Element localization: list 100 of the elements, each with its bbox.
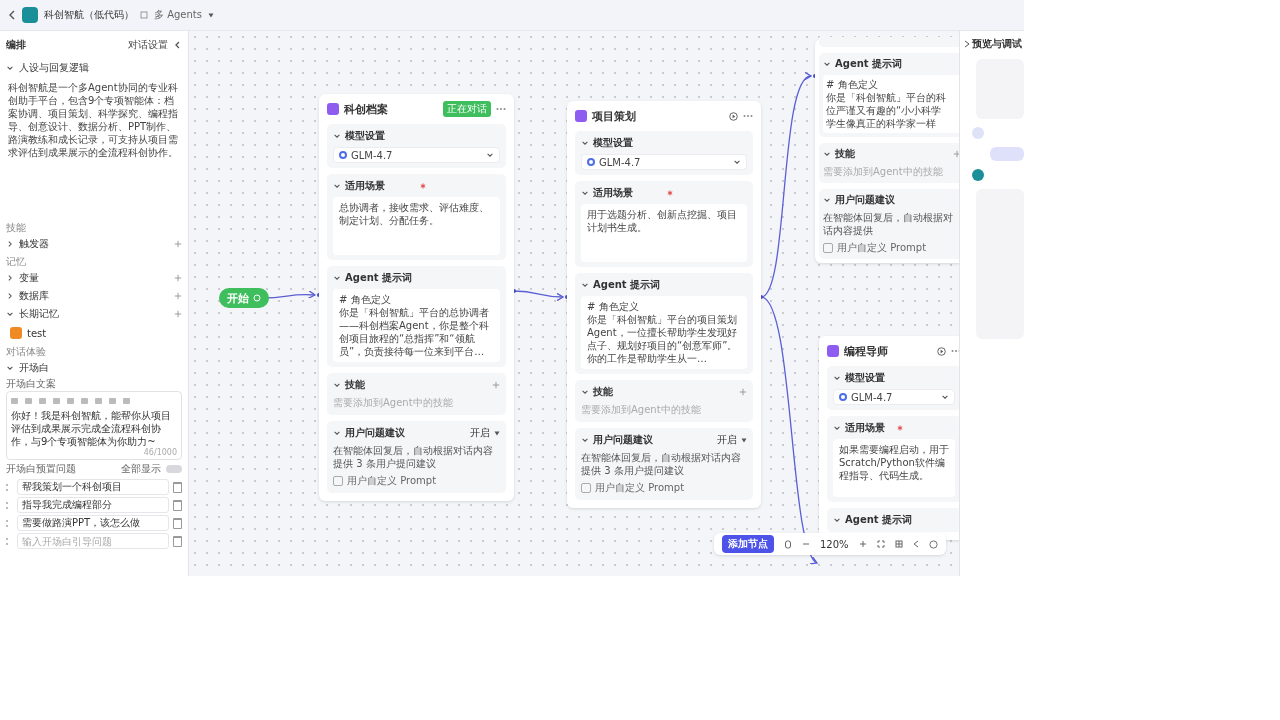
chevron-icon[interactable]: [6, 274, 14, 282]
prompt-text[interactable]: # 角色定义 你是「科创智航」平台的项目策划Agent，一位擅长帮助学生发现好点子、规划好项目的“创意军师”。你的工作是帮助学生从一…: [581, 296, 747, 369]
chevron-icon[interactable]: [581, 436, 589, 444]
chevron-icon[interactable]: [6, 364, 14, 372]
section-title: 模型设置: [593, 136, 634, 150]
chevron-icon[interactable]: [581, 388, 589, 396]
chevron-icon[interactable]: [833, 516, 841, 524]
checkbox-label: 用户自定义 Prompt: [837, 241, 927, 255]
zoom-level: 120%: [820, 538, 849, 550]
app-title: 科创智航（低代码）: [44, 8, 134, 22]
group-label: 技能: [6, 221, 27, 235]
scene-text[interactable]: 用于选题分析、创新点挖掘、项目计划书生成。: [581, 204, 747, 262]
chevron-icon[interactable]: [6, 310, 14, 318]
expand-icon[interactable]: [964, 40, 970, 48]
question-field[interactable]: 输入开场白引导问题: [17, 533, 169, 549]
chevron-icon[interactable]: [6, 64, 14, 72]
memory-name[interactable]: test: [27, 327, 47, 339]
section-title[interactable]: 触发器: [19, 237, 169, 251]
grid-icon[interactable]: [894, 540, 903, 548]
checkbox[interactable]: [823, 243, 833, 253]
back-icon[interactable]: [8, 10, 16, 20]
delete-icon[interactable]: [173, 517, 182, 529]
caret-icon[interactable]: [208, 12, 214, 18]
prompt-text[interactable]: # 角色定义 你是「科创智航」平台的总协调者——科创档案Agent，你是整个科创项目旅程的“总指挥”和“领航员”，负责接待每一位来到平台…: [333, 289, 500, 362]
chevron-icon[interactable]: [833, 424, 841, 432]
delete-icon[interactable]: [173, 499, 182, 511]
agent-icon: [827, 345, 839, 357]
section-title: 技能: [593, 385, 614, 399]
more-icon[interactable]: [743, 114, 753, 118]
model-select[interactable]: GLM-4.7: [833, 389, 955, 405]
delete-icon[interactable]: [173, 481, 182, 493]
chevron-icon[interactable]: [6, 292, 14, 300]
suggest-dropdown[interactable]: 开启: [717, 433, 737, 447]
chevron-icon[interactable]: [581, 139, 589, 147]
toggle-switch[interactable]: [166, 465, 182, 473]
chevron-icon[interactable]: [581, 189, 589, 197]
section-title: 适用场景: [845, 421, 886, 435]
chevron-icon[interactable]: [333, 132, 341, 140]
suggest-dropdown[interactable]: 开启: [470, 426, 490, 440]
add-node-button[interactable]: 添加节点: [722, 535, 774, 553]
collapse-icon[interactable]: [174, 41, 182, 49]
caret-icon[interactable]: [741, 437, 747, 443]
agent-node[interactable]: Agent 提示词 # 角色定义 你是「科创智航」平台的科 位严谨又有趣的“小小科学 学生像真正的科学家一样 技能 需要添加到Agent中的技能 用户问题建议 在智能体回复后，自动根据对话内容提供 用户自定义 Prompt: [815, 39, 959, 263]
chevron-left-icon[interactable]: [912, 540, 919, 548]
hand-icon[interactable]: [784, 539, 792, 549]
scene-text[interactable]: 如果需要编程启动，用于Scratch/Python软件编程指导、代码生成。: [833, 439, 955, 497]
chevron-icon[interactable]: [823, 150, 831, 158]
chevron-icon[interactable]: [823, 196, 831, 204]
chevron-icon[interactable]: [833, 374, 841, 382]
chevron-icon[interactable]: [6, 240, 14, 248]
chevron-icon[interactable]: [733, 158, 741, 166]
chevron-icon[interactable]: [823, 60, 831, 68]
question-field[interactable]: 需要做路演PPT，该怎么做: [17, 515, 169, 531]
section-title[interactable]: 开场白: [19, 361, 182, 375]
chevron-icon[interactable]: [333, 182, 341, 190]
question-field[interactable]: 指导我完成编程部分: [17, 497, 169, 513]
node-title: 项目策划: [592, 108, 637, 124]
section-title[interactable]: 数据库: [19, 289, 169, 303]
zoom-in-icon[interactable]: [858, 540, 867, 548]
suggest-description: 在智能体回复后，自动根据对话内容提供: [823, 211, 954, 237]
delete-icon[interactable]: [173, 535, 182, 547]
model-select[interactable]: GLM-4.7: [581, 154, 747, 170]
suggest-description: 在智能体回复后，自动根据对话内容提供 3 条用户提问建议: [333, 444, 494, 470]
more-icon[interactable]: [496, 107, 506, 111]
skills-placeholder: 需要添加到Agent中的技能: [581, 403, 702, 417]
chevron-icon[interactable]: [581, 281, 589, 289]
question-field[interactable]: 帮我策划一个科创项目: [17, 479, 169, 495]
chevron-icon[interactable]: [333, 429, 341, 437]
chevron-icon[interactable]: [333, 274, 341, 282]
toggle-label: 全部显示: [121, 462, 161, 476]
section-title[interactable]: 长期记忆: [19, 307, 169, 321]
help-icon[interactable]: [928, 539, 938, 549]
section-title: 模型设置: [345, 129, 386, 143]
agent-icon: [575, 110, 587, 122]
caret-icon[interactable]: [494, 430, 500, 436]
checkbox[interactable]: [333, 476, 343, 486]
agent-node[interactable]: 编程导师 模型设置 GLM-4.7 适用场景 如果需要编程启动，用于Scratch/Python软件编程指导、代码生成。 Agent 提示词: [819, 336, 959, 540]
scene-text[interactable]: 总协调者，接收需求、评估难度、制定计划、分配任务。: [333, 197, 500, 255]
section-title: Agent 提示词: [345, 271, 414, 285]
play-icon[interactable]: [729, 111, 738, 121]
fit-icon[interactable]: [876, 540, 885, 548]
section-title[interactable]: 变量: [19, 271, 169, 285]
more-icon[interactable]: [951, 349, 959, 353]
opening-editor[interactable]: 你好！我是科创智航，能帮你从项目评估到成果展示完成全流程科创协作，与9个专项智能体为你助力~ 46/1000: [6, 391, 182, 460]
checkbox[interactable]: [581, 483, 591, 493]
settings-button[interactable]: 对话设置: [128, 38, 168, 52]
group-label: 记忆: [6, 255, 27, 269]
mode-dropdown[interactable]: 多 Agents: [154, 8, 202, 22]
section-title: 技能: [345, 378, 366, 392]
chevron-icon[interactable]: [333, 381, 341, 389]
model-select[interactable]: GLM-4.7: [333, 147, 500, 163]
prompt-text[interactable]: # 角色定义 你是「科创智航」平台的科 位严谨又有趣的“小小科学 学生像真正的科学家一样: [823, 75, 959, 133]
play-icon[interactable]: [937, 346, 946, 356]
chevron-icon[interactable]: [486, 151, 494, 159]
status-badge: 正在对话: [443, 101, 491, 117]
chevron-icon[interactable]: [941, 393, 949, 401]
agent-node[interactable]: [319, 94, 514, 501]
agent-node[interactable]: 项目策划 模型设置 GLM-4.7 适用场景 用于选题分析、创新点挖掘、项目计划书生成。 Agent 提示词 # 角色定义 你是「科创智航」平台的项目策划Agent，一位擅长帮助学生发现好点子、规划好项目的“创意军师”。你的工作是帮助学生从一… 技能 需要添加到Agent中的技能 用户问题建议 开启 在智能体回复后，自动根据对话内容提供 3 条用户提问建议 用户自定义 Prompt: [567, 101, 761, 508]
persona-text[interactable]: 科创智航是一个多Agent协同的专业科创助手平台，包含9个专项智能体：档案协调、项目策划、科学探究、编程指导、创意设计、数据分析、PPT制作、路演教练和成长记录，可支持从项目需求评估到成果展示的全流程科创协作。: [8, 81, 182, 159]
section-title[interactable]: 人设与回复逻辑: [19, 61, 182, 75]
